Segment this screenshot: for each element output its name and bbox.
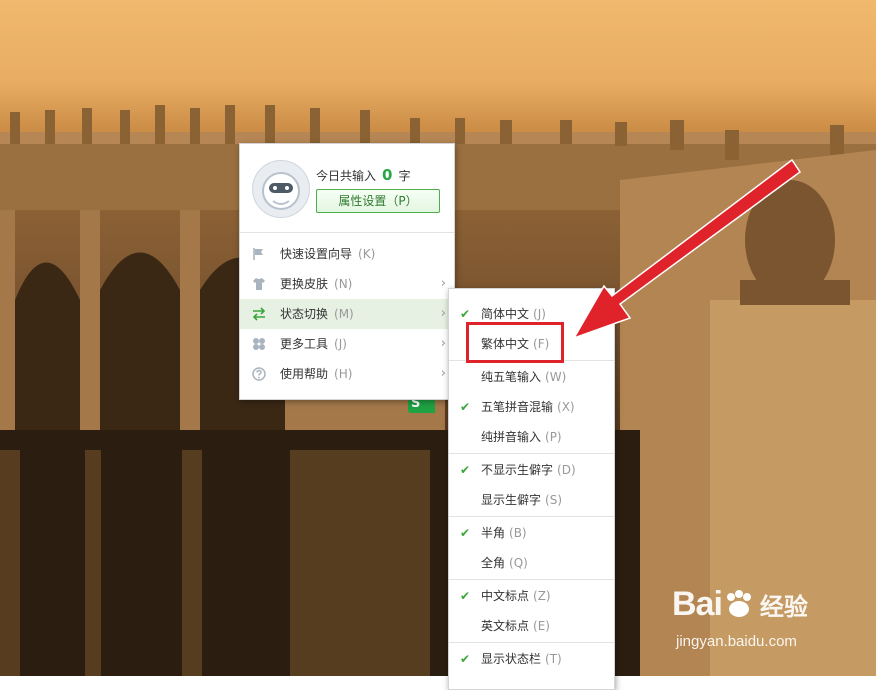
watermark-logo-text: Bai (672, 585, 723, 623)
watermark-url: jingyan.baidu.com (676, 633, 797, 650)
annotation-arrow-icon (572, 158, 802, 340)
watermark: Bai 经验 jingyan.baidu.com (672, 585, 808, 650)
paw-logo-icon (722, 589, 756, 619)
watermark-sub-text: 经验 (759, 593, 808, 621)
